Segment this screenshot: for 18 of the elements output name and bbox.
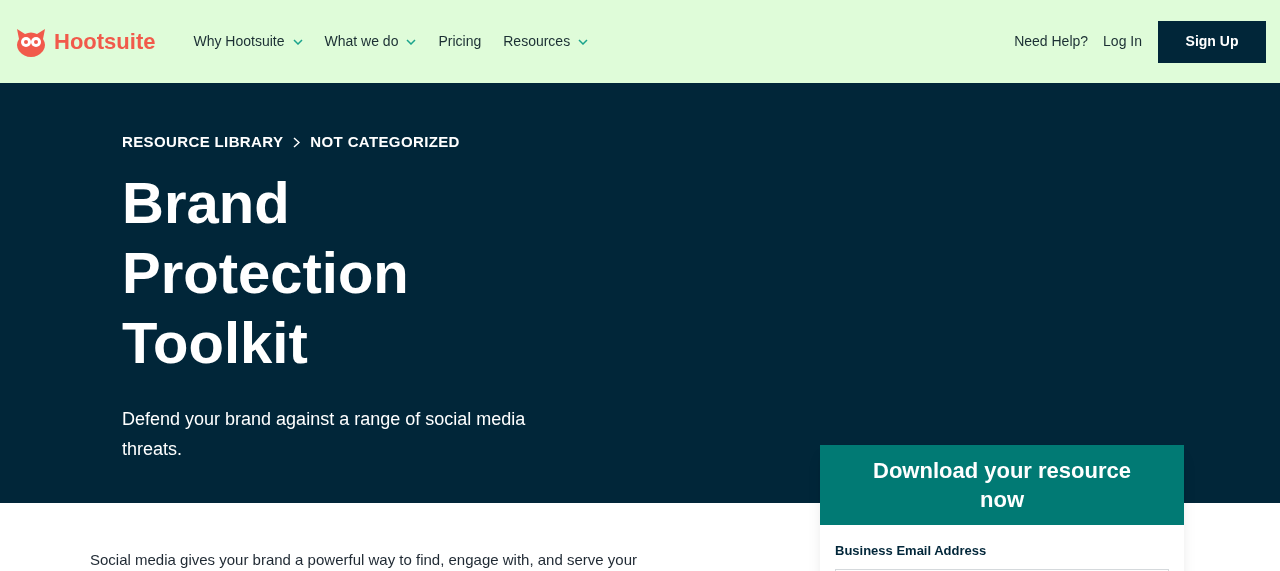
hero-title-line: Toolkit — [122, 308, 309, 377]
hero-title-line: Brand — [122, 168, 291, 237]
body-paragraph: Social media gives your brand a powerful way to find, engage with, and serve your — [90, 550, 637, 570]
header-link[interactable]: Need Help? — [1014, 31, 1089, 52]
nav-link[interactable]: What we do — [324, 31, 417, 52]
sign-up-button[interactable]: Sign Up — [1158, 20, 1266, 63]
breadcrumb-link[interactable]: RESOURCE LIBRARY — [122, 131, 284, 154]
nav-link[interactable]: Why Hootsuite — [193, 31, 303, 52]
owl-logo-icon — [14, 26, 48, 57]
nav-link[interactable]: Resources — [503, 31, 589, 52]
hero-subtitle: Defend your brand against a range of social media threats. — [122, 407, 527, 461]
form-heading: Download your resource now — [820, 445, 1184, 525]
hero-title-line: Protection — [122, 238, 410, 307]
nav-link[interactable]: Pricing — [438, 31, 482, 52]
header-link[interactable]: Log In — [1103, 31, 1142, 52]
field-label: Business Email Address — [835, 542, 988, 560]
breadcrumb-link[interactable]: NOT CATEGORIZED — [310, 131, 460, 154]
chevron-right-icon — [293, 136, 301, 148]
